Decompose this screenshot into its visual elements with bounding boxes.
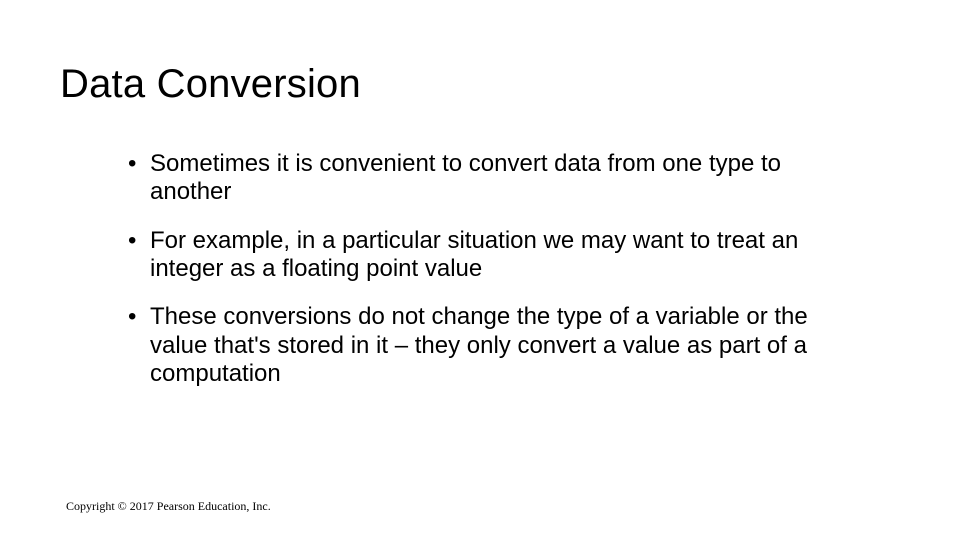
list-item: Sometimes it is convenient to convert da… (128, 150, 828, 207)
list-item: These conversions do not change the type… (128, 303, 828, 388)
slide-body: Sometimes it is convenient to convert da… (128, 150, 828, 408)
slide-title: Data Conversion (60, 62, 361, 107)
list-item: For example, in a particular situation w… (128, 227, 828, 284)
bullet-list: Sometimes it is convenient to convert da… (128, 150, 828, 388)
copyright-footer: Copyright © 2017 Pearson Education, Inc. (66, 499, 271, 514)
slide: Data Conversion Sometimes it is convenie… (0, 0, 960, 540)
